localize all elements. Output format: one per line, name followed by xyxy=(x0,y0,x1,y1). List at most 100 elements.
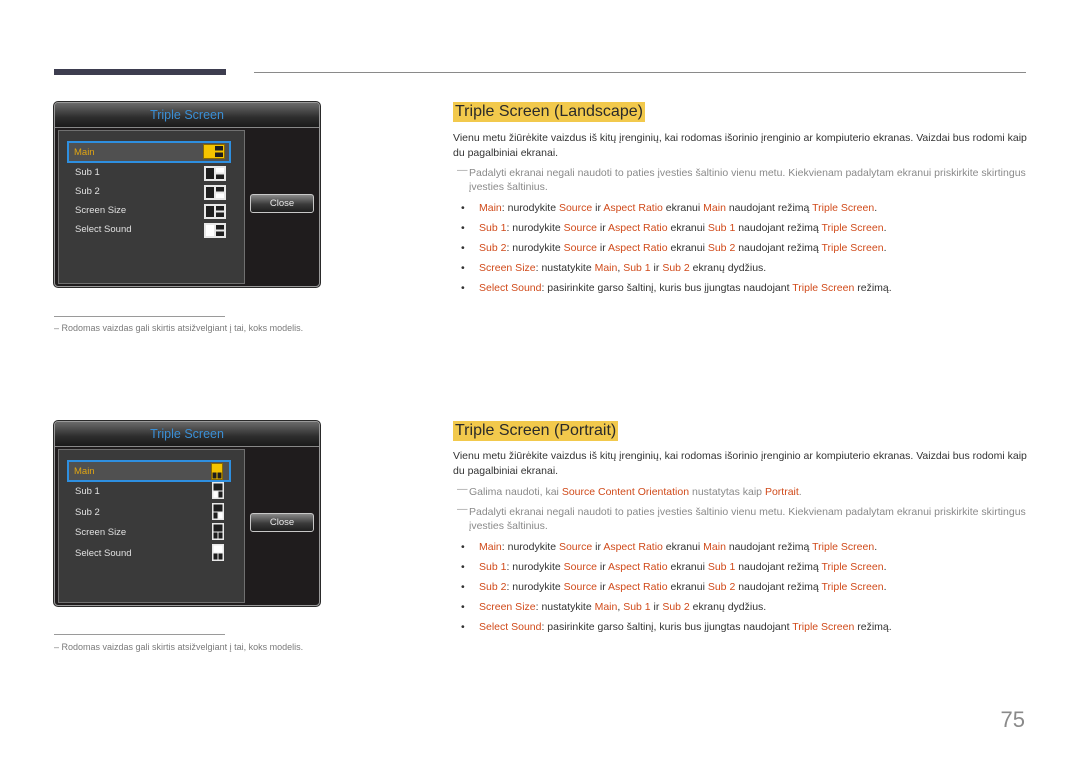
text-run: naudojant režimą xyxy=(735,581,822,593)
bullet-icon: • xyxy=(461,202,465,214)
text-run: ir xyxy=(596,561,609,573)
bullet-icon: • xyxy=(461,222,465,234)
bullet-icon: • xyxy=(461,262,465,274)
menu-term: Select Sound xyxy=(479,282,542,294)
osd-menu-item-label: Screen Size xyxy=(75,527,127,538)
osd-menu-item-sub-2[interactable]: Sub 2 xyxy=(70,182,232,201)
text-run: Padalyti ekranai negali naudoti to patie… xyxy=(469,506,1026,532)
osd-menu-item-sub-1[interactable]: Sub 1 xyxy=(70,482,232,501)
menu-term: Main xyxy=(594,601,618,613)
text-run: nustatytas kaip xyxy=(689,486,765,498)
menu-term: Source xyxy=(563,222,597,234)
osd-menu-item-label: Sub 1 xyxy=(75,167,100,178)
bullet-icon: • xyxy=(461,282,465,294)
menu-term: Screen Size xyxy=(479,262,536,274)
menu-term: Sub 2 xyxy=(707,581,736,593)
bullet-icon: • xyxy=(461,601,465,613)
osd-menu-item-main[interactable]: Main xyxy=(67,460,231,482)
text-run: : nurodykite xyxy=(501,541,559,553)
bullet-icon: • xyxy=(461,242,465,254)
section-heading-portrait: Triple Screen (Portrait) xyxy=(453,421,619,441)
menu-term: Aspect Ratio xyxy=(608,242,668,254)
note-dash-icon: — xyxy=(457,483,468,495)
text-run: Galima naudoti, kai xyxy=(469,486,562,498)
text-run: režimą. xyxy=(854,282,892,294)
header-accent-bar xyxy=(54,69,226,75)
footnote: – Rodomas vaizdas gali skirtis atsižvelg… xyxy=(54,323,304,333)
text-run: : nurodykite xyxy=(501,202,559,214)
menu-term: Sub 1 xyxy=(623,262,651,274)
osd-panel-portrait: Triple Screen Main Sub 1 Sub 2 Screen Si… xyxy=(54,421,320,606)
text-run: ekranui xyxy=(667,581,708,593)
text-run: naudojant režimą xyxy=(735,222,822,234)
close-button[interactable]: Close xyxy=(250,513,314,532)
menu-term: Triple Screen xyxy=(792,282,855,294)
menu-term: Sub 2 xyxy=(479,242,507,254)
menu-term: Triple Screen xyxy=(821,242,884,254)
menu-term: Aspect Ratio xyxy=(603,202,663,214)
text-run: : pasirinkite garso šaltinį, kuris bus į… xyxy=(541,621,793,633)
footnote-rule xyxy=(54,634,225,635)
text-run: : nurodykite xyxy=(506,242,564,254)
layout-select-sound-icon xyxy=(212,544,224,568)
text-run: ir xyxy=(596,222,609,234)
text-run: : nurodykite xyxy=(506,222,564,234)
osd-menu-list: Main Sub 1 Sub 2 Screen Size Select Soun… xyxy=(58,449,245,603)
header-rule xyxy=(254,72,1026,73)
bullet-item: • Main: nurodykite Source ir Aspect Ratio… xyxy=(461,540,877,554)
menu-term: Sub 1 xyxy=(707,561,736,573)
bullet-item: • Select Sound: pasirinkite garso šaltinį… xyxy=(461,281,892,295)
text-run: naudojant režimą xyxy=(735,242,822,254)
text-run: ekranui xyxy=(667,561,708,573)
osd-menu-item-select-sound[interactable]: Select Sound xyxy=(70,220,232,239)
osd-panel-landscape: Triple Screen Main Sub 1 Sub 2 Screen Si… xyxy=(54,102,320,287)
menu-term: Main xyxy=(703,541,726,553)
text-run: . xyxy=(883,581,887,593)
menu-term: Source xyxy=(558,202,593,214)
osd-menu-item-label: Sub 1 xyxy=(75,486,100,497)
text-run: : nustatykite xyxy=(535,262,595,274)
osd-menu-item-sub-1[interactable]: Sub 1 xyxy=(70,163,232,182)
osd-menu-item-select-sound[interactable]: Select Sound xyxy=(70,544,232,563)
text-run: ekranui xyxy=(662,202,704,214)
menu-term: Source Content Orientation xyxy=(561,486,690,498)
osd-menu-item-label: Main xyxy=(74,147,95,158)
note: — Galima naudoti, kai Source Content Orie… xyxy=(457,483,1027,499)
text-run: naudojant režimą xyxy=(725,541,813,553)
menu-term: Sub 2 xyxy=(662,601,690,613)
note-dash-icon: — xyxy=(457,164,468,176)
menu-term: Source xyxy=(563,242,597,254)
bullet-icon: • xyxy=(461,561,465,573)
osd-menu-item-label: Select Sound xyxy=(75,548,132,559)
menu-term: Sub 1 xyxy=(707,222,736,234)
menu-term: Sub 2 xyxy=(662,262,690,274)
menu-term: Triple Screen xyxy=(821,581,884,593)
menu-term: Triple Screen xyxy=(812,202,875,214)
text-run: ekranui xyxy=(662,541,704,553)
osd-menu-item-screen-size[interactable]: Screen Size xyxy=(70,523,232,542)
osd-menu-item-sub-2[interactable]: Sub 2 xyxy=(70,503,232,522)
bullet-item: • Sub 1: nurodykite Source ir Aspect Rati… xyxy=(461,560,886,574)
osd-menu-item-label: Screen Size xyxy=(75,205,127,216)
text-run: ir xyxy=(596,242,609,254)
osd-menu-item-label: Sub 2 xyxy=(75,507,100,518)
osd-menu-item-screen-size[interactable]: Screen Size xyxy=(70,201,232,220)
text-run: . xyxy=(798,486,802,498)
close-button[interactable]: Close xyxy=(250,194,314,213)
text-run: ir xyxy=(596,581,609,593)
osd-title: Triple Screen xyxy=(55,422,319,447)
text-run: . xyxy=(883,242,887,254)
text-run: ekranui xyxy=(667,242,708,254)
text-run: ir xyxy=(592,202,604,214)
bullet-icon: • xyxy=(461,581,465,593)
footnote: – Rodomas vaizdas gali skirtis atsižvelg… xyxy=(54,642,304,652)
bullet-item: • Sub 2: nurodykite Source ir Aspect Rati… xyxy=(461,580,886,594)
osd-menu-item-main[interactable]: Main xyxy=(67,141,231,163)
menu-term: Screen Size xyxy=(479,601,536,613)
menu-term: Main xyxy=(479,541,502,553)
bullet-icon: • xyxy=(461,541,465,553)
text-run: . xyxy=(874,202,878,214)
menu-term: Main xyxy=(703,202,726,214)
text-run: Padalyti ekranai negali naudoti to patie… xyxy=(469,167,1026,193)
menu-term: Aspect Ratio xyxy=(608,222,668,234)
